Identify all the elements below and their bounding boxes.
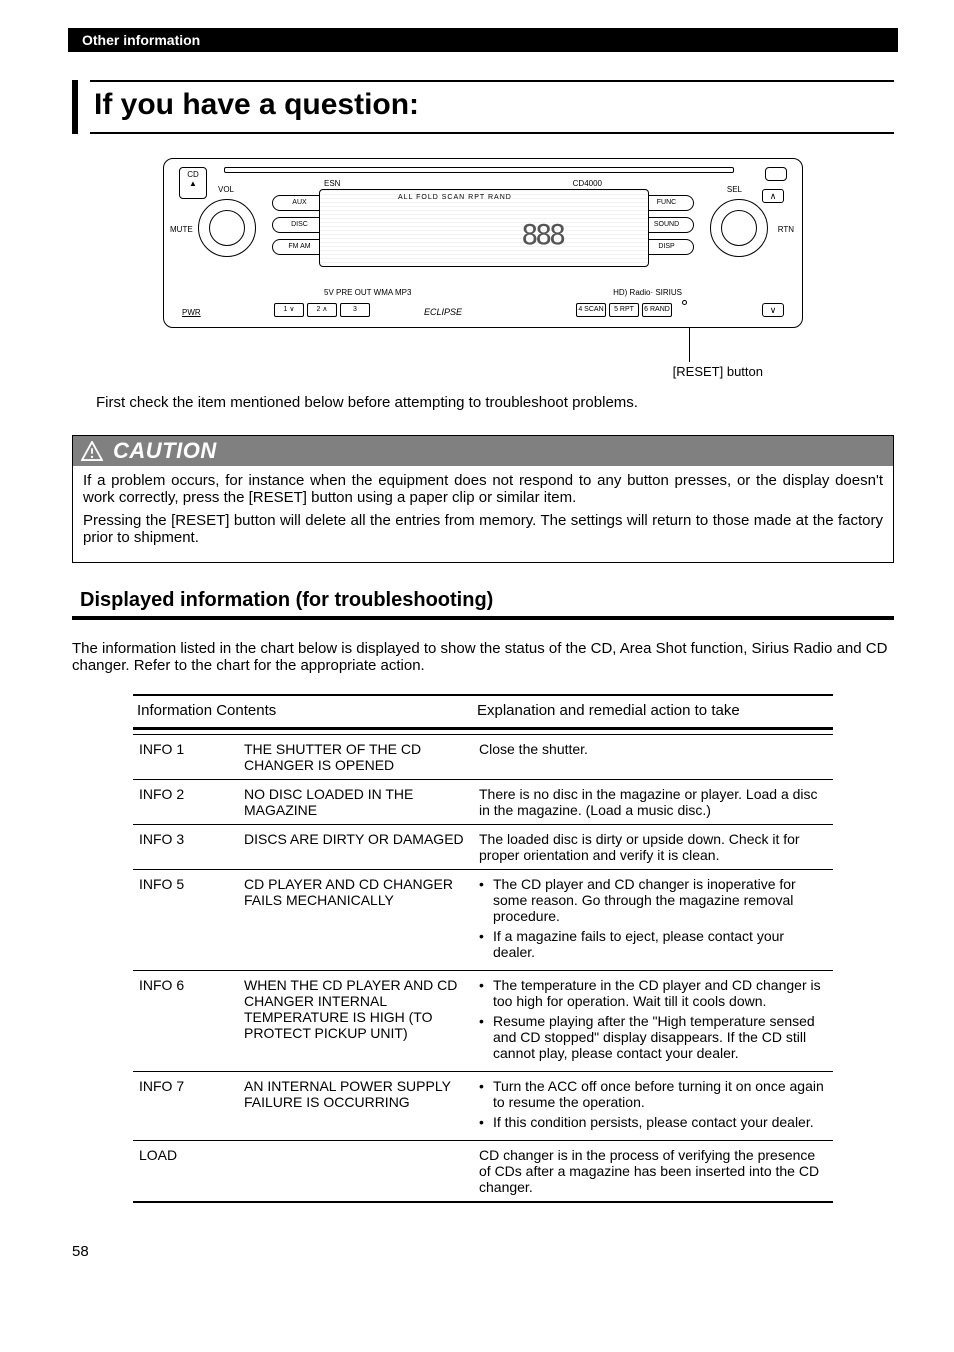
preset-6: 6 RAND xyxy=(642,303,672,317)
caution-heading: CAUTION xyxy=(113,438,217,464)
info-action: Close the shutter. xyxy=(473,735,833,780)
caution-header: CAUTION xyxy=(73,436,893,466)
th-explanation: Explanation and remedial action to take xyxy=(473,695,833,729)
lcd-indicators: ALL FOLD SCAN RPT RAND xyxy=(398,194,512,201)
table-row: INFO 6WHEN THE CD PLAYER AND CD CHANGER … xyxy=(133,971,833,1072)
section-intro: The information listed in the chart belo… xyxy=(72,640,894,674)
cd-eject-button: CD▲ xyxy=(179,167,207,199)
device-diagram: CD▲ ESN CD4000 VOL MUTE SEL RTN AUX DISC… xyxy=(163,158,803,376)
select-knob xyxy=(710,199,768,257)
info-code: INFO 3 xyxy=(133,825,238,870)
page-number: 58 xyxy=(72,1243,894,1260)
top-right-button xyxy=(765,167,787,181)
reset-callout: [RESET] button xyxy=(163,328,803,376)
page-title: If you have a question: xyxy=(94,88,890,122)
section-heading: Displayed information (for troubleshooti… xyxy=(80,589,894,612)
eclipse-logo: ECLIPSE xyxy=(424,307,462,317)
info-action-bullet: The temperature in the CD player and CD … xyxy=(493,977,827,1009)
mute-label: MUTE xyxy=(170,225,193,234)
caution-box: CAUTION If a problem occurs, for instanc… xyxy=(72,435,894,563)
up-button: ∧ xyxy=(762,189,784,203)
info-action-bullet: If this condition persists, please conta… xyxy=(493,1114,827,1130)
info-code: INFO 2 xyxy=(133,780,238,825)
info-description: AN INTERNAL POWER SUPPLY FAILURE IS OCCU… xyxy=(238,1072,473,1141)
info-action-bullet: Resume playing after the "High temperatu… xyxy=(493,1013,827,1061)
preset-5: 5 RPT xyxy=(609,303,639,317)
esn-label: ESN xyxy=(324,179,340,188)
page-title-block: If you have a question: xyxy=(72,80,894,134)
volume-knob xyxy=(198,199,256,257)
intro-text: First check the item mentioned below bef… xyxy=(96,394,894,411)
info-code: LOAD xyxy=(133,1141,238,1203)
reset-label: [RESET] button xyxy=(673,364,763,379)
info-code: INFO 1 xyxy=(133,735,238,780)
info-action: CD changer is in the process of verifyin… xyxy=(473,1141,833,1203)
caution-p1: If a problem occurs, for instance when t… xyxy=(83,472,883,506)
info-description: CD PLAYER AND CD CHANGER FAILS MECHANICA… xyxy=(238,870,473,971)
info-description: DISCS ARE DIRTY OR DAMAGED xyxy=(238,825,473,870)
caution-p2: Pressing the [RESET] button will delete … xyxy=(83,512,883,546)
rtn-label: RTN xyxy=(778,225,794,234)
info-code: INFO 6 xyxy=(133,971,238,1072)
table-row: INFO 2NO DISC LOADED IN THE MAGAZINETher… xyxy=(133,780,833,825)
vol-label: VOL xyxy=(218,185,234,194)
info-action: Turn the ACC off once before turning it … xyxy=(473,1072,833,1141)
info-action-bullet: The CD player and CD changer is inoperat… xyxy=(493,876,827,924)
preset-1: 1 ∨ xyxy=(274,303,304,317)
pwr-label: PWR xyxy=(182,308,201,317)
table-row: INFO 7AN INTERNAL POWER SUPPLY FAILURE I… xyxy=(133,1072,833,1141)
table-row: INFO 3DISCS ARE DIRTY OR DAMAGEDThe load… xyxy=(133,825,833,870)
section-rule xyxy=(72,616,894,620)
lcd-segments: 888 xyxy=(521,218,563,251)
info-description: THE SHUTTER OF THE CD CHANGER IS OPENED xyxy=(238,735,473,780)
preset-4: 4 SCAN xyxy=(576,303,606,317)
section-header-bar: Other information xyxy=(68,28,898,52)
table-row: INFO 5CD PLAYER AND CD CHANGER FAILS MEC… xyxy=(133,870,833,971)
info-action: The loaded disc is dirty or upside down.… xyxy=(473,825,833,870)
info-description xyxy=(238,1141,473,1203)
info-action: The CD player and CD changer is inoperat… xyxy=(473,870,833,971)
section-header-text: Other information xyxy=(82,32,200,48)
preset-buttons-left: 1 ∨ 2 ∧ 3 xyxy=(274,303,370,317)
th-info-contents: Information Contents xyxy=(133,695,473,729)
preset-2: 2 ∧ xyxy=(307,303,337,317)
info-table: Information Contents Explanation and rem… xyxy=(133,694,833,1203)
preset-buttons-right: 4 SCAN 5 RPT 6 RAND xyxy=(576,303,672,317)
model-label: CD4000 xyxy=(573,179,602,188)
info-description: NO DISC LOADED IN THE MAGAZINE xyxy=(238,780,473,825)
reset-hole xyxy=(682,300,687,305)
caution-body: If a problem occurs, for instance when t… xyxy=(73,466,893,562)
preset-3: 3 xyxy=(340,303,370,317)
table-row: LOAD CD changer is in the process of veri… xyxy=(133,1141,833,1203)
info-action-bullet: Turn the ACC off once before turning it … xyxy=(493,1078,827,1110)
sel-label: SEL xyxy=(727,185,742,194)
info-code: INFO 7 xyxy=(133,1072,238,1141)
lcd-display: ALL FOLD SCAN RPT RAND 888 xyxy=(319,189,649,267)
info-action-bullet: If a magazine fails to eject, please con… xyxy=(493,928,827,960)
info-description: WHEN THE CD PLAYER AND CD CHANGER INTERN… xyxy=(238,971,473,1072)
warning-icon xyxy=(81,441,103,461)
cd-slot xyxy=(224,167,734,173)
device-face: CD▲ ESN CD4000 VOL MUTE SEL RTN AUX DISC… xyxy=(163,158,803,328)
info-action: The temperature in the CD player and CD … xyxy=(473,971,833,1072)
table-row: INFO 1THE SHUTTER OF THE CD CHANGER IS O… xyxy=(133,735,833,780)
leader-line xyxy=(689,328,690,362)
info-action: There is no disc in the magazine or play… xyxy=(473,780,833,825)
info-code: INFO 5 xyxy=(133,870,238,971)
